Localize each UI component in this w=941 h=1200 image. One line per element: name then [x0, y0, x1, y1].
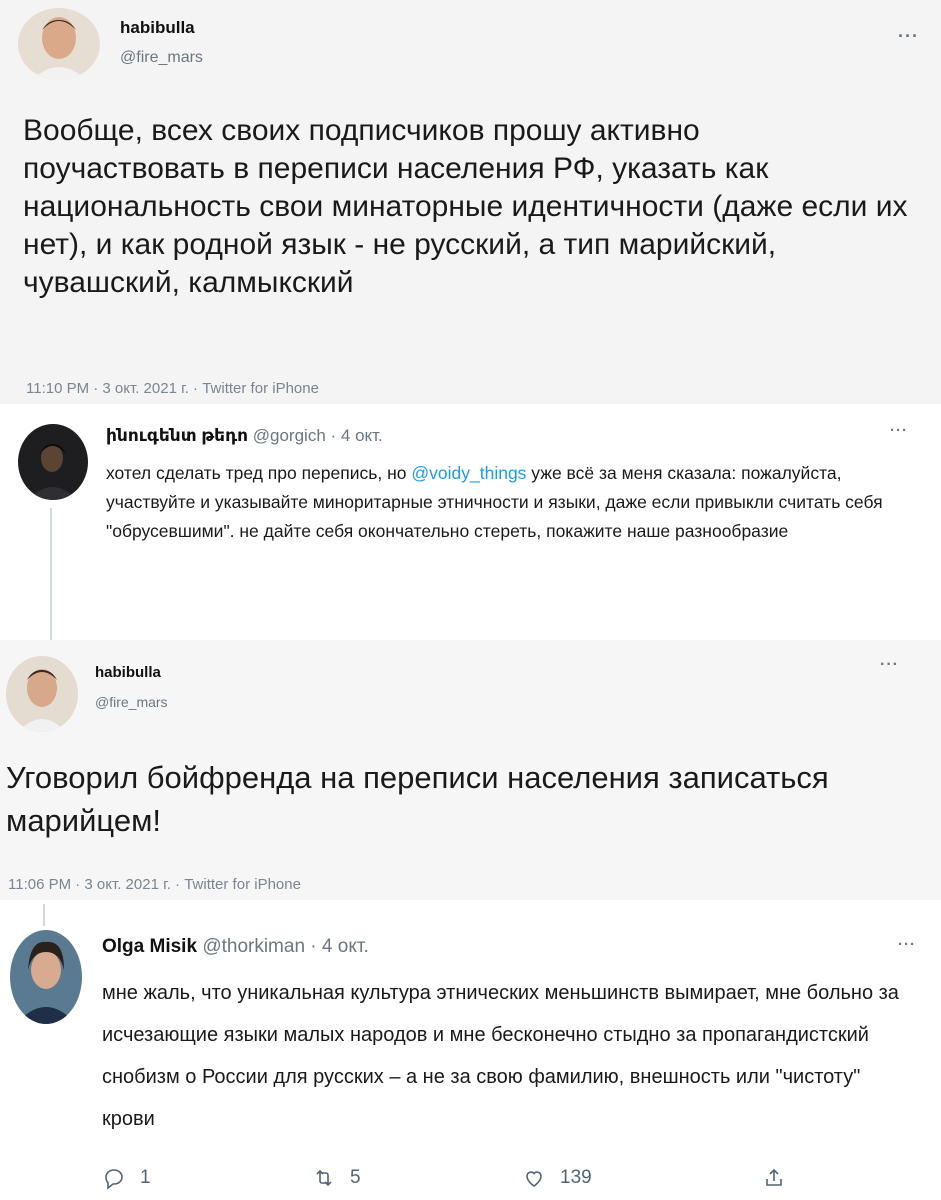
author-name[interactable]: ինուգենտ թեդո [106, 426, 248, 445]
tweet-text: мне жаль, что уникальная культура этниче… [102, 982, 899, 1130]
tweet-header: ինուգենտ թեդո @gorgich · 4 окт. [106, 426, 383, 446]
reply-count: 1 [140, 1167, 151, 1188]
tweet-text: хотел сделать тред про перепись, но @voi… [106, 459, 886, 546]
more-options-icon[interactable]: ··· [890, 422, 908, 439]
tweet-habibulla-census: habibulla @fire_mars ··· Вообще, всех св… [0, 0, 941, 404]
author-name[interactable]: habibulla [120, 18, 195, 38]
tweet-text: Уговорил бойфренда на переписи населения… [6, 760, 829, 838]
thread-line [50, 508, 52, 640]
author-name[interactable]: Olga Misik [102, 936, 197, 957]
tweet-olga-misik-reply: Olga Misik @thorkiman · 4 окт. ··· мне ж… [0, 900, 941, 1200]
more-options-icon[interactable]: ··· [898, 26, 919, 47]
more-options-icon[interactable]: ··· [880, 656, 899, 674]
tweet-habibulla-boyfriend: habibulla @fire_mars ··· Уговорил бойфре… [0, 640, 941, 900]
retweet-icon [312, 1166, 350, 1190]
avatar[interactable] [18, 424, 88, 500]
more-options-icon[interactable]: ··· [898, 936, 916, 953]
tweet-meta: 11:06 PM · 3 окт. 2021 г. · Twitter for … [8, 876, 301, 893]
author-name[interactable]: habibulla [95, 664, 161, 681]
author-handle[interactable]: @fire_mars [95, 694, 168, 710]
tweet-header: Olga Misik @thorkiman · 4 окт. [102, 936, 369, 958]
mention-link[interactable]: @voidy_things [411, 463, 526, 483]
reply-icon [102, 1166, 140, 1190]
thread-line [43, 904, 45, 926]
tweet-text-part: хотел сделать тред про перепись, но [106, 463, 412, 483]
tweet-text: Вообще, всех своих подписчиков прошу акт… [23, 114, 908, 299]
tweet-meta: 11:10 PM · 3 окт. 2021 г. · Twitter for … [26, 380, 319, 397]
share-icon [762, 1166, 800, 1190]
avatar[interactable] [18, 8, 100, 80]
tweet-gorgich-reply: ինուգենտ թեդո @gorgich · 4 окт. ··· хоте… [0, 404, 941, 640]
reply-button[interactable]: 1 [102, 1166, 151, 1190]
retweet-button[interactable]: 5 [312, 1166, 361, 1190]
avatar[interactable] [10, 930, 82, 1024]
like-button[interactable]: 139 [522, 1166, 592, 1190]
share-button[interactable] [762, 1166, 800, 1190]
retweet-count: 5 [350, 1167, 361, 1188]
avatar[interactable] [6, 656, 78, 732]
author-handle[interactable]: @thorkiman · 4 окт. [202, 936, 368, 957]
author-handle[interactable]: @fire_mars [120, 49, 203, 67]
like-count: 139 [560, 1167, 592, 1188]
author-handle[interactable]: @gorgich · 4 окт. [253, 426, 383, 445]
heart-icon [522, 1166, 560, 1190]
tweet-actions: 1 5 139 [102, 1166, 882, 1196]
